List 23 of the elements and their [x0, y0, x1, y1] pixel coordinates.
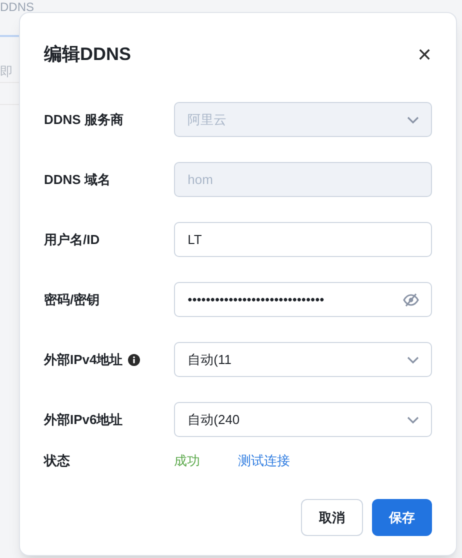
field-label: 用户名/ID — [44, 230, 100, 249]
chevron-down-icon — [407, 416, 419, 424]
input-field[interactable]: LT — [174, 222, 432, 257]
page-text: 即 — [0, 63, 13, 81]
status-text: 成功 — [174, 452, 201, 470]
select-field[interactable]: 自动(240 — [174, 402, 432, 437]
password-field[interactable]: •••••••••••••••••••••••••••••• — [174, 282, 432, 317]
chevron-down-icon — [407, 116, 419, 124]
cancel-button[interactable]: 取消 — [301, 499, 363, 536]
field-label: 外部IPv6地址 — [44, 410, 123, 429]
info-icon[interactable] — [128, 354, 140, 366]
close-button[interactable]: ✕ — [417, 46, 432, 64]
test-connection-link[interactable]: 测试连接 — [238, 451, 290, 471]
chevron-down-icon — [407, 356, 419, 364]
field-label: 密码/密钥 — [44, 290, 100, 309]
dialog-title: 编辑DDNS — [44, 43, 132, 66]
field-label: 外部IPv4地址 — [44, 350, 123, 369]
field-label: DDNS 域名 — [44, 170, 110, 189]
field-label: DDNS 服务商 — [44, 110, 124, 129]
status-label: 状态 — [44, 452, 71, 470]
save-button[interactable]: 保存 — [372, 499, 432, 536]
select-field[interactable]: 自动(11 — [174, 342, 432, 377]
eye-slash-icon[interactable] — [403, 292, 419, 306]
